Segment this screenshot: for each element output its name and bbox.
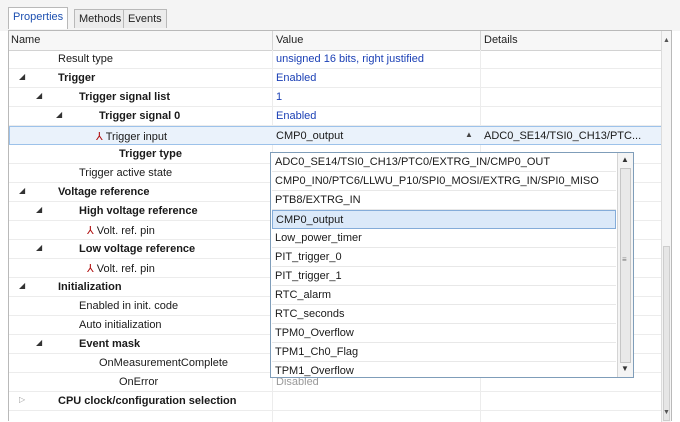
table-row[interactable]: ◢ Trigger signal 0 Enabled: [9, 107, 664, 126]
property-name-text: Trigger input: [105, 131, 168, 143]
table-row[interactable]: ▷ CPU clock/configuration selection: [9, 392, 664, 411]
tab-events[interactable]: Events: [123, 9, 167, 28]
tab-methods[interactable]: Methods: [74, 9, 127, 28]
column-header-value[interactable]: Value: [276, 34, 303, 46]
combo-up-arrow-icon[interactable]: ▲: [465, 130, 473, 139]
expand-arrow-icon[interactable]: ◢: [19, 281, 25, 290]
property-name: ⅄ Trigger input: [96, 130, 167, 143]
expand-arrow-icon[interactable]: ◢: [36, 205, 42, 214]
trigger-input-dropdown[interactable]: ADC0_SE14/TSI0_CH13/PTC0/EXTRG_IN/CMP0_O…: [270, 152, 634, 378]
scrollbar-thumb[interactable]: [663, 246, 670, 421]
table-row[interactable]: ◢ Trigger signal list 1: [9, 88, 664, 107]
scroll-up-icon[interactable]: ▲: [663, 37, 670, 44]
property-value-combo[interactable]: CMP0_output: [276, 130, 343, 142]
property-name: CPU clock/configuration selection: [58, 395, 237, 407]
property-name: Auto initialization: [79, 319, 162, 331]
property-name-text: Volt. ref. pin: [96, 225, 155, 237]
property-name: Event mask: [79, 338, 141, 350]
dropdown-option[interactable]: TPM1_Ch0_Flag: [272, 343, 616, 362]
tab-properties[interactable]: Properties: [8, 7, 69, 29]
property-details: ADC0_SE14/TSI0_CH13/PTC...: [484, 130, 642, 142]
property-name: Low voltage reference: [79, 243, 196, 255]
property-name-text: Volt. ref. pin: [96, 263, 155, 275]
expand-arrow-icon[interactable]: ◢: [36, 243, 42, 252]
scroll-down-icon[interactable]: ▼: [663, 409, 670, 416]
property-name: Trigger active state: [79, 167, 173, 179]
column-divider[interactable]: [272, 31, 273, 50]
column-divider[interactable]: [480, 31, 481, 50]
tab-bar: Properties Methods Events: [0, 0, 680, 31]
dropdown-option[interactable]: RTC_seconds: [272, 305, 616, 324]
expand-arrow-icon[interactable]: ▷: [19, 395, 25, 404]
property-name: Trigger: [58, 72, 96, 84]
column-header-name[interactable]: Name: [11, 34, 40, 46]
expand-arrow-icon[interactable]: ◢: [36, 338, 42, 347]
property-name: Trigger signal 0: [99, 110, 181, 122]
dropdown-scrollbar[interactable]: ▲ ≡ ▼: [617, 153, 633, 377]
property-value[interactable]: Enabled: [276, 110, 316, 122]
dropdown-option[interactable]: TPM1_Overflow: [272, 362, 616, 381]
property-name: Trigger signal list: [79, 91, 171, 103]
property-name: Voltage reference: [58, 186, 150, 198]
dropdown-scrollbar-thumb[interactable]: [620, 168, 631, 363]
pin-icon: ⅄: [87, 263, 94, 275]
dropdown-option[interactable]: PIT_trigger_0: [272, 248, 616, 267]
property-name: OnError: [119, 376, 159, 388]
table-row[interactable]: Result type unsigned 16 bits, right just…: [9, 50, 664, 69]
table-row-selected[interactable]: ⅄ Trigger input CMP0_output ▲ ADC0_SE14/T…: [9, 126, 664, 145]
dropdown-scroll-up-icon[interactable]: ▲: [621, 155, 629, 164]
property-value[interactable]: unsigned 16 bits, right justified: [276, 53, 424, 65]
dropdown-option[interactable]: PIT_trigger_1: [272, 267, 616, 286]
property-name: OnMeasurementComplete: [99, 357, 229, 369]
pin-icon: ⅄: [96, 131, 103, 143]
dropdown-scroll-down-icon[interactable]: ▼: [621, 364, 629, 373]
table-header: Name Value Details: [9, 31, 664, 51]
property-value[interactable]: 1: [276, 91, 282, 103]
dropdown-option-selected[interactable]: CMP0_output: [272, 210, 616, 229]
property-name: Initialization: [58, 281, 122, 293]
property-name: Result type: [58, 53, 114, 65]
property-name: High voltage reference: [79, 205, 198, 217]
dropdown-option[interactable]: Low_power_timer: [272, 229, 616, 248]
property-name: ⅄ Volt. ref. pin: [87, 262, 155, 275]
dropdown-option[interactable]: TPM0_Overflow: [272, 324, 616, 343]
expand-arrow-icon[interactable]: ◢: [19, 186, 25, 195]
dropdown-option[interactable]: PTB8/EXTRG_IN: [272, 191, 616, 210]
property-name: Trigger type: [119, 148, 182, 160]
vertical-scrollbar[interactable]: ▲ ▼: [661, 31, 671, 422]
dropdown-option[interactable]: ADC0_SE14/TSI0_CH13/PTC0/EXTRG_IN/CMP0_O…: [272, 153, 616, 172]
expand-arrow-icon[interactable]: ◢: [19, 72, 25, 81]
table-row[interactable]: ◢ Trigger Enabled: [9, 69, 664, 88]
expand-arrow-icon[interactable]: ◢: [36, 91, 42, 100]
scrollbar-grip-icon: ≡: [622, 255, 627, 264]
dropdown-option[interactable]: CMP0_IN0/PTC6/LLWU_P10/SPI0_MOSI/EXTRG_I…: [272, 172, 616, 191]
property-value[interactable]: Enabled: [276, 72, 316, 84]
property-name: ⅄ Volt. ref. pin: [87, 224, 155, 237]
pin-icon: ⅄: [87, 225, 94, 237]
property-name: Enabled in init. code: [79, 300, 179, 312]
expand-arrow-icon[interactable]: ◢: [56, 110, 62, 119]
dropdown-option[interactable]: RTC_alarm: [272, 286, 616, 305]
column-header-details[interactable]: Details: [484, 34, 518, 46]
